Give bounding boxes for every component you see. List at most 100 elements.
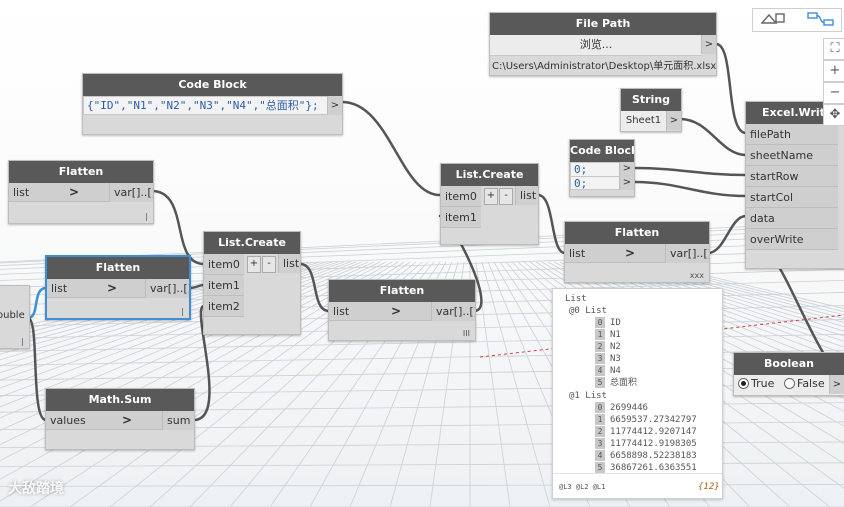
add-input-button[interactable]: + — [484, 188, 498, 205]
preview-item: 5 总面积 — [595, 377, 637, 388]
remove-input-button[interactable]: - — [499, 188, 513, 205]
input-start-col[interactable]: startCol — [746, 187, 838, 208]
geometry-view-icon[interactable] — [760, 11, 787, 27]
flatten-node-3[interactable]: Flatten list > var[]..[] III — [328, 279, 476, 341]
math-sum-node[interactable]: Math.Sum values > sum — [45, 388, 195, 450]
code-line-2[interactable]: 0; — [570, 176, 620, 190]
node-title: Code Block — [83, 74, 342, 96]
list-create-node-2[interactable]: List.Create item0 item1 + - list — [440, 163, 539, 245]
input-sheet-name[interactable]: sheetName — [746, 145, 838, 166]
node-title: List.Create — [441, 164, 538, 186]
input-list[interactable]: list — [47, 279, 145, 298]
input-overwrite[interactable]: overWrite — [746, 229, 838, 250]
input-list[interactable]: list — [565, 244, 665, 263]
preview-index: 2 — [595, 426, 605, 437]
preview-value: ID — [610, 318, 621, 328]
lacing-indicator: | — [21, 337, 24, 346]
arrow-icon: > — [625, 246, 636, 260]
pan-button[interactable]: ✥ — [823, 104, 844, 126]
preview-bubble: List @0 List 0 ID 1 N1 2 N2 3 N3 4 N4 5 总面积 @1 List 0 2… — [552, 288, 723, 499]
preview-sublist-label[interactable]: @0 List — [569, 306, 607, 317]
node-title: Flatten — [47, 257, 189, 279]
code-block-node[interactable]: Code Block {"ID","N1","N2","N3","N4","总面… — [82, 73, 343, 135]
input-start-row[interactable]: startRow — [746, 166, 838, 187]
output-var[interactable]: var[]..[] — [431, 302, 475, 321]
output-list[interactable]: list — [515, 186, 538, 205]
preview-value: N4 — [610, 366, 621, 376]
input-item0[interactable]: item0 — [441, 186, 481, 207]
flatten-node-1[interactable]: Flatten list > var[]..[] | — [8, 160, 154, 224]
output-port-2[interactable]: > — [619, 176, 634, 190]
node-title: List.Create — [204, 232, 300, 254]
lacing-indicator: xxx — [689, 271, 704, 280]
output-port[interactable]: > — [701, 35, 716, 54]
string-node[interactable]: String Sheet1 > — [620, 88, 682, 132]
zoom-in-button[interactable]: + — [823, 60, 844, 82]
preview-index: 0 — [595, 402, 605, 413]
code-line-1[interactable]: 0; — [570, 162, 620, 176]
preview-value: 总面积 — [610, 378, 638, 388]
view-toggle[interactable] — [752, 8, 842, 32]
output-list[interactable]: list — [278, 254, 300, 273]
true-radio[interactable] — [738, 378, 749, 389]
output-var[interactable]: var[]..[] — [109, 183, 153, 202]
preview-item: 1 6659537.27342797 — [595, 414, 697, 425]
node-title: String — [621, 89, 681, 111]
preview-item: 0 ID — [595, 317, 621, 328]
flatten-node-2[interactable]: Flatten list > var[]..[] | — [45, 255, 191, 320]
zoom-fit-button[interactable]: ⛶ — [823, 38, 844, 60]
preview-value: 6659537.27342797 — [610, 415, 697, 425]
input-item1[interactable]: item1 — [441, 207, 481, 228]
input-list[interactable]: list — [329, 302, 431, 321]
input-item1[interactable]: item1 — [204, 275, 244, 296]
string-value[interactable]: Sheet1 — [621, 111, 666, 131]
input-data[interactable]: data — [746, 208, 838, 229]
preview-levels: @L3 @L2 @L1 — [559, 483, 606, 491]
output-port[interactable]: > — [829, 375, 844, 394]
graph-view-icon[interactable] — [807, 11, 835, 27]
output-var[interactable]: var[]..[] — [145, 279, 189, 298]
preview-item: 3 N3 — [595, 353, 621, 364]
preview-value: 6658898.52238183 — [610, 451, 697, 461]
output-port[interactable]: > — [666, 111, 681, 130]
output-port[interactable]: > — [327, 96, 342, 115]
zoom-out-button[interactable]: − — [823, 82, 844, 104]
excel-write-node[interactable]: Excel.Write filePath sheetName startRow … — [745, 101, 844, 269]
lacing-indicator: | — [181, 307, 184, 316]
preview-divider — [553, 473, 722, 474]
node-title: Code Block — [570, 140, 634, 162]
file-path-node[interactable]: File Path 浏览... > C:\Users\Administrator… — [489, 12, 717, 76]
preview-value: N3 — [610, 354, 621, 364]
code-editor[interactable]: {"ID","N1","N2","N3","N4","总面积"}; — [83, 96, 328, 115]
preview-item: 4 N4 — [595, 365, 621, 376]
list-create-node-1[interactable]: List.Create item0 item1 item2 + - list — [203, 231, 301, 335]
preview-value: 11774412.9198305 — [610, 439, 697, 449]
input-item2[interactable]: item2 — [204, 296, 244, 317]
graph-canvas[interactable]: File Path 浏览... > C:\Users\Administrator… — [0, 0, 844, 507]
output-sum[interactable]: sum — [162, 411, 194, 430]
input-list[interactable]: list — [9, 183, 109, 202]
output-port-1[interactable]: > — [619, 162, 634, 176]
arrow-icon: > — [122, 413, 133, 427]
preview-sublist-label[interactable]: @1 List — [569, 391, 607, 402]
preview-index: 5 — [595, 377, 605, 388]
arrow-icon: > — [391, 304, 402, 318]
remove-input-button[interactable]: - — [262, 256, 276, 273]
code-block-node-2[interactable]: Code Block 0; 0; > > — [569, 139, 635, 197]
number-node-partial[interactable]: ouble | — [0, 285, 30, 349]
arrow-icon: > — [107, 281, 118, 295]
boolean-node[interactable]: Boolean True False > — [733, 352, 844, 396]
input-item0[interactable]: item0 — [204, 254, 244, 275]
browse-button[interactable]: 浏览... — [490, 35, 702, 56]
false-radio[interactable] — [784, 378, 795, 389]
input-values[interactable]: values — [46, 411, 162, 430]
input-file-path[interactable]: filePath — [746, 124, 838, 145]
output-var[interactable]: var[]..[] — [665, 244, 709, 263]
true-label: True — [751, 377, 775, 390]
add-input-button[interactable]: + — [247, 256, 261, 273]
flatten-node-4[interactable]: Flatten list > var[]..[] xxx — [564, 221, 710, 283]
watermark: 大敌踏境 — [8, 481, 64, 497]
arrow-icon: > — [69, 185, 80, 199]
preview-value: 2699446 — [610, 403, 648, 413]
preview-index: 3 — [595, 438, 605, 449]
